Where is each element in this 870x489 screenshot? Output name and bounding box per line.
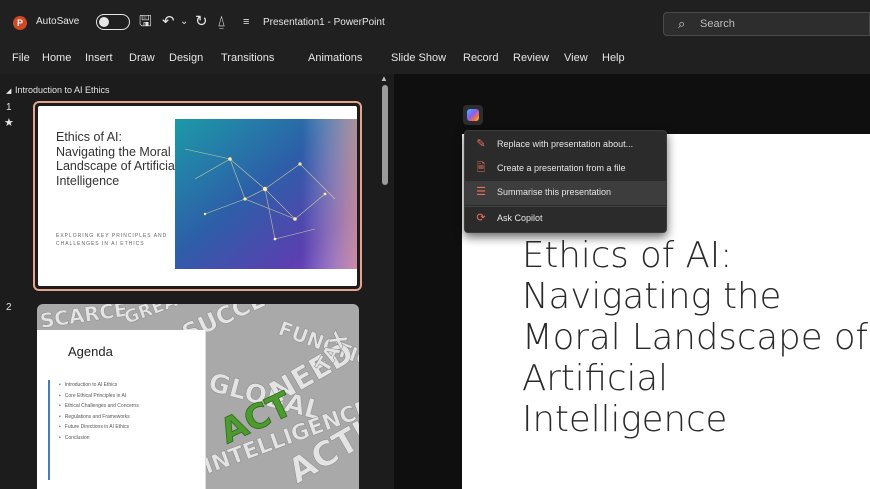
copilot-menu: ✎ Replace with presentation about... 🗎 C… [464,130,667,233]
search-box[interactable]: ⌕ Search [663,12,870,36]
tab-help[interactable]: Help [602,52,625,64]
tab-home[interactable]: Home [42,52,71,64]
menu-item-summarise[interactable]: ☰ Summarise this presentation [465,181,666,205]
slide-number-2: 2 [6,302,12,313]
thumbnail-1-canvas: Ethics of AI: Navigating the Moral Lands… [38,106,357,286]
file-create-icon: 🗎 [476,162,486,174]
powerpoint-logo-icon: P [13,16,27,30]
network-art-image [175,119,357,269]
menu-item-replace-presentation[interactable]: ✎ Replace with presentation about... [465,133,666,157]
autosave-toggle[interactable] [96,14,130,30]
tab-design[interactable]: Design [169,52,203,64]
agenda-accent-bar [48,380,50,480]
summary-icon: ☰ [476,186,486,198]
slide-thumbnail-2[interactable]: SCARCE GREAT SUCCESS FUNCTION GLOBAL NEE… [37,304,359,489]
tab-slide-show[interactable]: Slide Show [391,52,446,64]
ribbon-tabs: File Home Insert Draw Design Transitions… [0,44,870,74]
search-icon: ⌕ [678,16,686,31]
collapse-section-icon[interactable]: ◢ [6,87,11,95]
menu-item-label: Summarise this presentation [497,187,612,197]
agenda-item: Future Directions in AI Ethics [59,422,139,433]
copilot-icon [467,109,479,121]
copilot-button[interactable] [463,105,483,125]
menu-item-create-from-file[interactable]: 🗎 Create a presentation from a file [465,157,666,181]
search-placeholder: Search [700,18,735,30]
tab-record[interactable]: Record [463,52,498,64]
slide-number-1: 1 [6,102,12,113]
agenda-item: Conclusion [59,433,139,444]
menu-item-label: Create a presentation from a file [497,163,626,173]
agenda-item: Regulations and Frameworks [59,412,139,423]
slide-thumbnail-1[interactable]: Ethics of AI: Navigating the Moral Lands… [33,101,362,291]
menu-item-ask-copilot[interactable]: ⟳ Ask Copilot [465,207,666,231]
animation-star-icon: ★ [4,117,14,129]
slide-title[interactable]: Ethics of AI: Navigating the Moral Lands… [522,235,870,440]
menu-item-label: Ask Copilot [497,213,543,223]
menu-item-label: Replace with presentation about... [497,139,634,149]
agenda-item: Ethical Challenges and Concerns [59,401,139,412]
save-icon[interactable]: 🖫 [139,12,152,32]
tab-animations[interactable]: Animations [308,52,362,64]
toggle-knob [99,17,109,27]
copilot-icon: ⟳ [476,212,486,224]
scroll-up-icon[interactable]: ▲ [380,74,388,83]
section-title[interactable]: Introduction to AI Ethics [15,85,110,95]
customize-quick-access-icon[interactable]: ≡ [243,12,249,32]
undo-dropdown-icon[interactable]: ⌄ [180,12,188,32]
agenda-item: Introduction to AI Ethics [59,380,139,391]
thumbnail-1-title: Ethics of AI: Navigating the Moral Lands… [56,130,178,188]
thumbnail-1-subtitle: EXPLORING KEY PRINCIPLES AND CHALLENGES … [56,233,168,247]
slide-thumbnail-pane: ◢ Introduction to AI Ethics 1 ★ Ethics o… [0,74,394,489]
title-bar: P AutoSave 🖫 ↶ ⌄ ↻ ⍙ ≡ Presentation1 - P… [0,0,870,44]
scrollbar-thumb[interactable] [382,85,388,185]
agenda-card: Agenda Introduction to AI Ethics Core Et… [37,330,206,489]
document-title: Presentation1 - PowerPoint [263,17,385,28]
redo-icon[interactable]: ↻ [195,12,208,32]
agenda-list: Introduction to AI Ethics Core Ethical P… [59,380,139,443]
agenda-item: Core Ethical Principles in AI [59,391,139,402]
tab-review[interactable]: Review [513,52,549,64]
tab-transitions[interactable]: Transitions [221,52,274,64]
thumbnail-2-title: Agenda [68,344,113,359]
present-icon[interactable]: ⍙ [217,12,226,32]
tab-file[interactable]: File [12,52,30,64]
tab-view[interactable]: View [564,52,588,64]
tab-draw[interactable]: Draw [129,52,155,64]
undo-icon[interactable]: ↶ [162,12,175,32]
pencil-sparkle-icon: ✎ [476,138,486,150]
tab-insert[interactable]: Insert [85,52,113,64]
autosave-label: AutoSave [36,16,80,27]
